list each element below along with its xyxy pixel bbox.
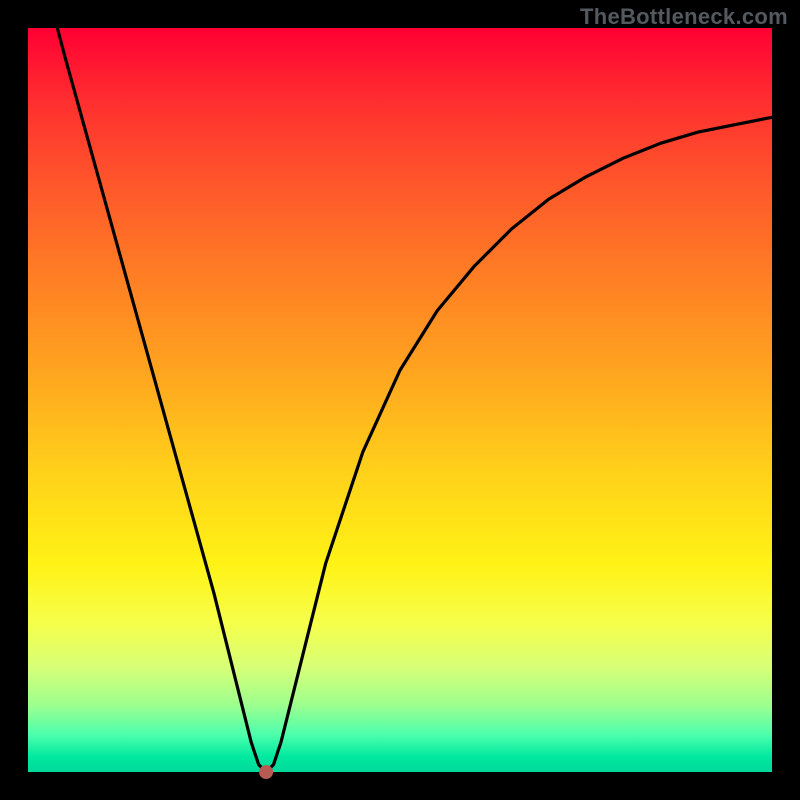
- chart-svg: [28, 28, 772, 772]
- chart-frame: TheBottleneck.com: [0, 0, 800, 800]
- watermark-text: TheBottleneck.com: [580, 4, 788, 30]
- bottleneck-curve: [28, 0, 772, 772]
- plot-area: [28, 28, 772, 772]
- optimal-point-marker: [259, 765, 273, 779]
